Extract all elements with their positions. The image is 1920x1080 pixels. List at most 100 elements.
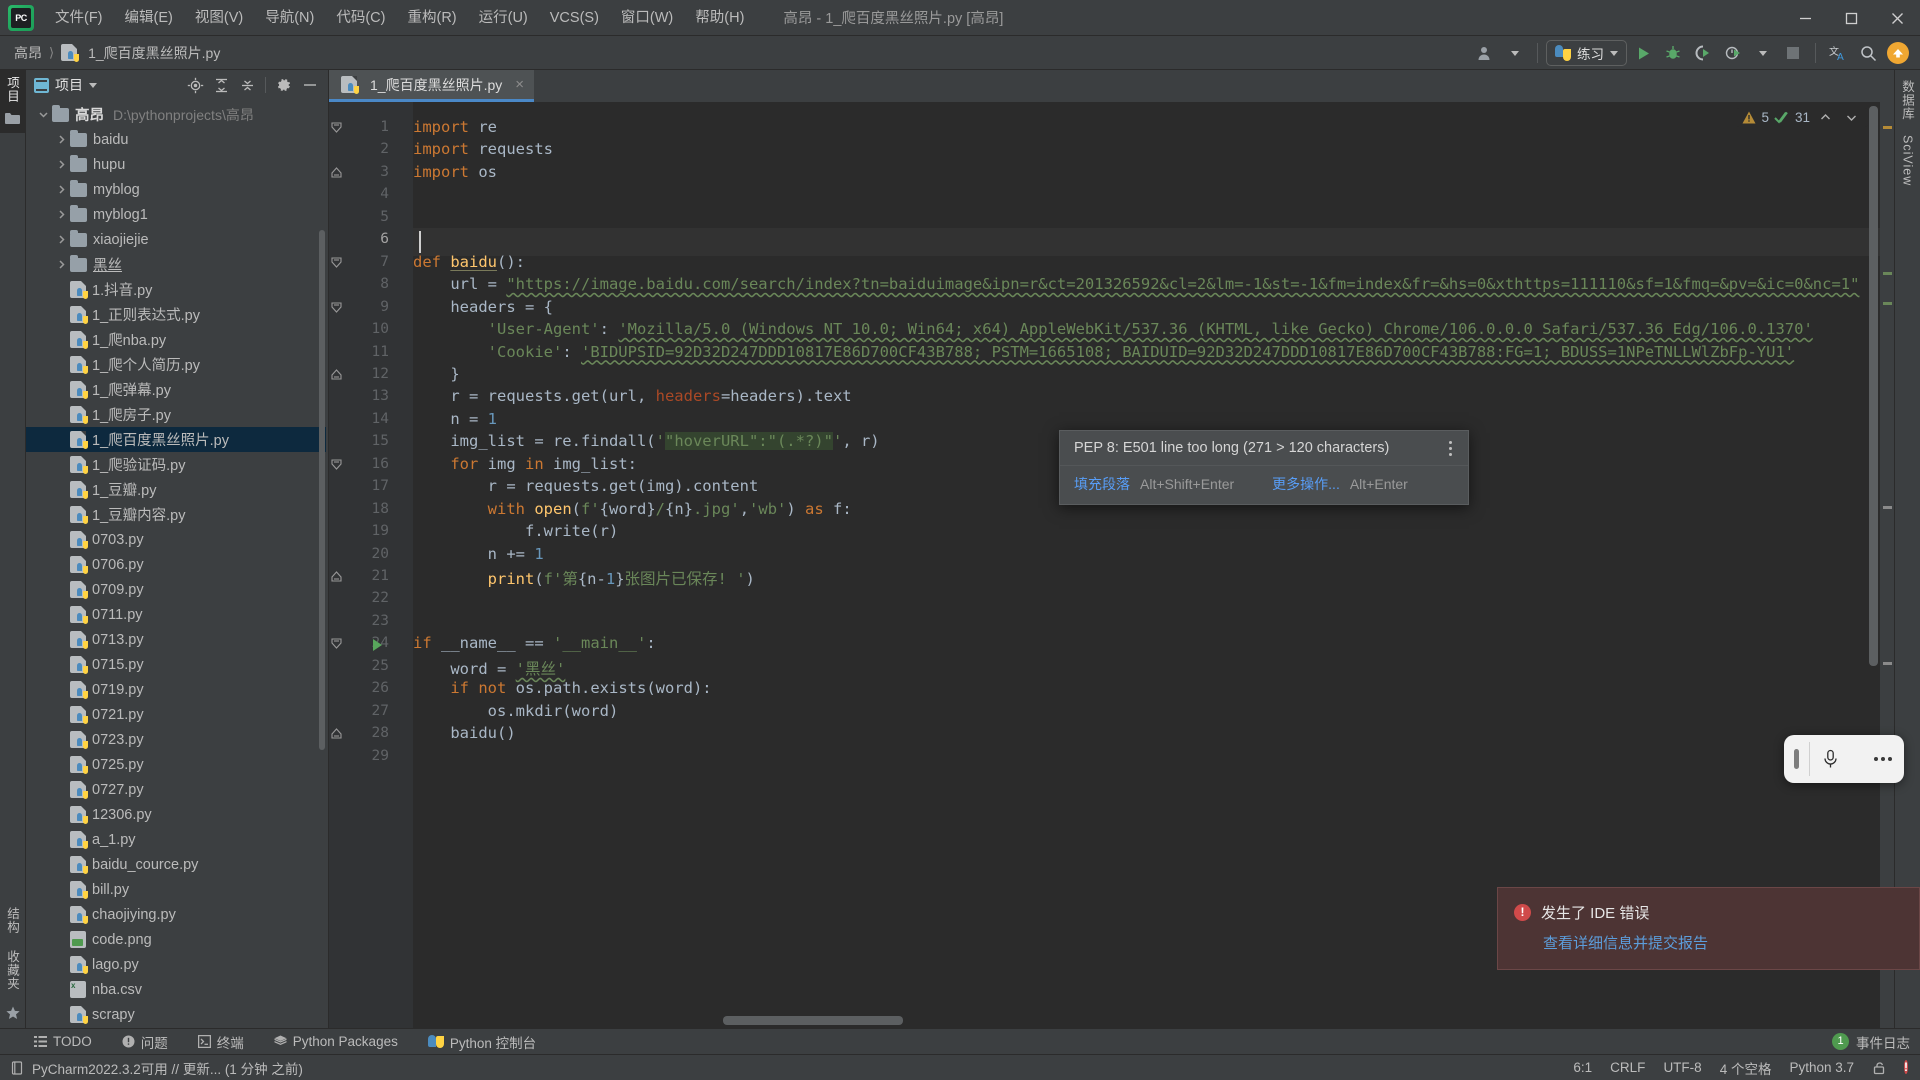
run-configuration-selector[interactable]: 练习 (1546, 40, 1627, 66)
tree-row[interactable]: 1_爬验证码.py (26, 452, 326, 477)
code-line[interactable]: if __name__ == '__main__': (413, 634, 1894, 652)
debug-icon[interactable] (1659, 39, 1687, 67)
code-folding-column[interactable] (331, 102, 413, 1028)
run-gutter-icon[interactable] (373, 639, 382, 652)
menu-code[interactable]: 代码(C) (325, 4, 396, 32)
chevron-right-icon[interactable] (52, 259, 70, 270)
tree-row[interactable]: xiaojiejie (26, 227, 326, 252)
code-line[interactable]: 'Cookie': 'BIDUPSID=92D32D247DDD10817E86… (413, 343, 1894, 361)
tree-row[interactable]: lago.py (26, 952, 326, 977)
user-dropdown-caret-icon[interactable] (1501, 39, 1529, 67)
tool-button-database[interactable]: 数据库 (1898, 80, 1917, 121)
code-line[interactable]: 'User-Agent': 'Mozilla/5.0 (Windows NT 1… (413, 320, 1894, 338)
chevron-right-icon[interactable] (52, 159, 70, 170)
code-line[interactable] (413, 208, 1894, 226)
close-icon[interactable]: × (515, 76, 524, 93)
tree-row[interactable]: myblog (26, 177, 326, 202)
update-icon[interactable] (1884, 39, 1912, 67)
tree-row[interactable]: nba.csv (26, 977, 326, 1002)
settings-gear-icon[interactable] (272, 73, 296, 97)
hide-icon[interactable] (298, 73, 322, 97)
breadcrumb-file[interactable]: 1_爬百度黑丝照片.py (57, 41, 224, 65)
profile-dropdown-caret-icon[interactable] (1749, 39, 1777, 67)
star-icon[interactable] (5, 1006, 20, 1020)
intention-popup[interactable]: PEP 8: E501 line too long (271 > 120 cha… (1059, 430, 1469, 505)
code-line[interactable]: headers = { (413, 298, 1894, 316)
tree-row[interactable]: 0715.py (26, 652, 326, 677)
code-line[interactable]: n += 1 (413, 545, 1894, 563)
code-line[interactable]: r = requests.get(url, headers=headers).t… (413, 387, 1894, 405)
code-line[interactable]: if not os.path.exists(word): (413, 679, 1894, 697)
tree-row[interactable]: 1_爬弹幕.py (26, 377, 326, 402)
profile-icon[interactable] (1719, 39, 1747, 67)
tree-row[interactable]: 0703.py (26, 527, 326, 552)
tool-button-problems[interactable]: 问题 (118, 1030, 172, 1054)
tool-button-python-packages[interactable]: Python Packages (270, 1032, 402, 1051)
code-fold-icon[interactable] (330, 637, 343, 650)
tree-row[interactable]: 0727.py (26, 777, 326, 802)
tool-button-sciview[interactable]: SciView (1901, 135, 1915, 186)
translate-icon[interactable]: 文A (1824, 39, 1852, 67)
editor-horizontal-scrollbar-track[interactable] (413, 1016, 1864, 1025)
tree-row[interactable]: myblog1 (26, 202, 326, 227)
tree-row[interactable]: scrapy (26, 1002, 326, 1027)
inspection-widget[interactable]: 5 31 (1736, 108, 1868, 127)
status-message[interactable]: PyCharm2022.3.2可用 // 更新... (1 分钟 之前) (32, 1058, 303, 1078)
code-fold-icon[interactable] (330, 256, 343, 269)
tool-button-structure[interactable]: 结构 (3, 907, 22, 934)
ide-error-notification[interactable]: ! 发生了 IDE 错误 查看详细信息并提交报告 (1497, 887, 1920, 970)
tree-row[interactable]: chaojiying.py (26, 902, 326, 927)
tree-row[interactable]: 1_豆瓣内容.py (26, 502, 326, 527)
editor-horizontal-scrollbar[interactable] (723, 1016, 903, 1025)
tree-row-root[interactable]: 高昂 D:\pythonprojects\高昂 (26, 102, 326, 127)
tree-row[interactable]: 12306.py (26, 802, 326, 827)
code-line[interactable]: word = '黑丝' (413, 657, 1894, 679)
event-log-button[interactable]: 1 事件日志 (1832, 1032, 1910, 1052)
collapse-all-icon[interactable] (235, 73, 259, 97)
close-button[interactable] (1874, 0, 1920, 36)
locate-icon[interactable] (183, 73, 207, 97)
inspection-status[interactable]: ! (1904, 1059, 1908, 1076)
code-line[interactable] (413, 747, 1894, 765)
menu-run[interactable]: 运行(U) (468, 4, 539, 32)
code-line[interactable] (413, 185, 1894, 203)
code-fold-icon[interactable] (330, 458, 343, 471)
indent-size[interactable]: 4 个空格 (1720, 1058, 1772, 1078)
line-separator[interactable]: CRLF (1610, 1060, 1645, 1075)
tree-row[interactable]: 0719.py (26, 677, 326, 702)
menu-help[interactable]: 帮助(H) (684, 4, 755, 32)
menu-vcs[interactable]: VCS(S) (539, 4, 610, 32)
tree-row[interactable]: 1_豆瓣.py (26, 477, 326, 502)
menu-bar[interactable]: 文件(F) 编辑(E) 视图(V) 导航(N) 代码(C) 重构(R) 运行(U… (44, 0, 755, 36)
chevron-right-icon[interactable] (52, 184, 70, 195)
code-line[interactable] (413, 230, 1894, 248)
tree-row[interactable]: 0709.py (26, 577, 326, 602)
menu-navigate[interactable]: 导航(N) (254, 4, 325, 32)
tree-row[interactable]: code.png (26, 927, 326, 952)
tree-row[interactable]: 1_爬nba.py (26, 327, 326, 352)
intention-action-fill-paragraph[interactable]: 填充段落 (1074, 474, 1130, 494)
code-line[interactable]: import requests (413, 140, 1894, 158)
tree-row[interactable]: hupu (26, 152, 326, 177)
microphone-icon[interactable] (1822, 749, 1839, 769)
tree-row[interactable]: 1_正则表达式.py (26, 302, 326, 327)
tree-row[interactable]: bill.py (26, 877, 326, 902)
code-fold-icon[interactable] (330, 368, 343, 381)
minimize-button[interactable] (1782, 0, 1828, 36)
tool-button-project[interactable]: 项目 (3, 76, 22, 103)
user-avatar-icon[interactable] (1471, 39, 1499, 67)
chevron-down-icon[interactable] (1841, 111, 1862, 124)
code-line[interactable]: print(f'第{n-1}张图片已保存! ') (413, 567, 1894, 589)
tool-button-todo[interactable]: TODO (30, 1032, 96, 1051)
tree-row[interactable]: 0721.py (26, 702, 326, 727)
expand-all-icon[interactable] (209, 73, 233, 97)
menu-view[interactable]: 视图(V) (184, 4, 254, 32)
code-line[interactable]: f.write(r) (413, 522, 1894, 540)
code-line[interactable]: baidu() (413, 724, 1894, 742)
tree-row[interactable]: 1.抖音.py (26, 277, 326, 302)
code-line[interactable]: import os (413, 163, 1894, 181)
project-tree[interactable]: 高昂 D:\pythonprojects\高昂 baidu hupu myblog m… (26, 100, 326, 1028)
project-scrollbar[interactable] (319, 230, 325, 750)
folder-icon[interactable] (5, 112, 20, 125)
tool-button-terminal[interactable]: 终端 (194, 1030, 248, 1054)
